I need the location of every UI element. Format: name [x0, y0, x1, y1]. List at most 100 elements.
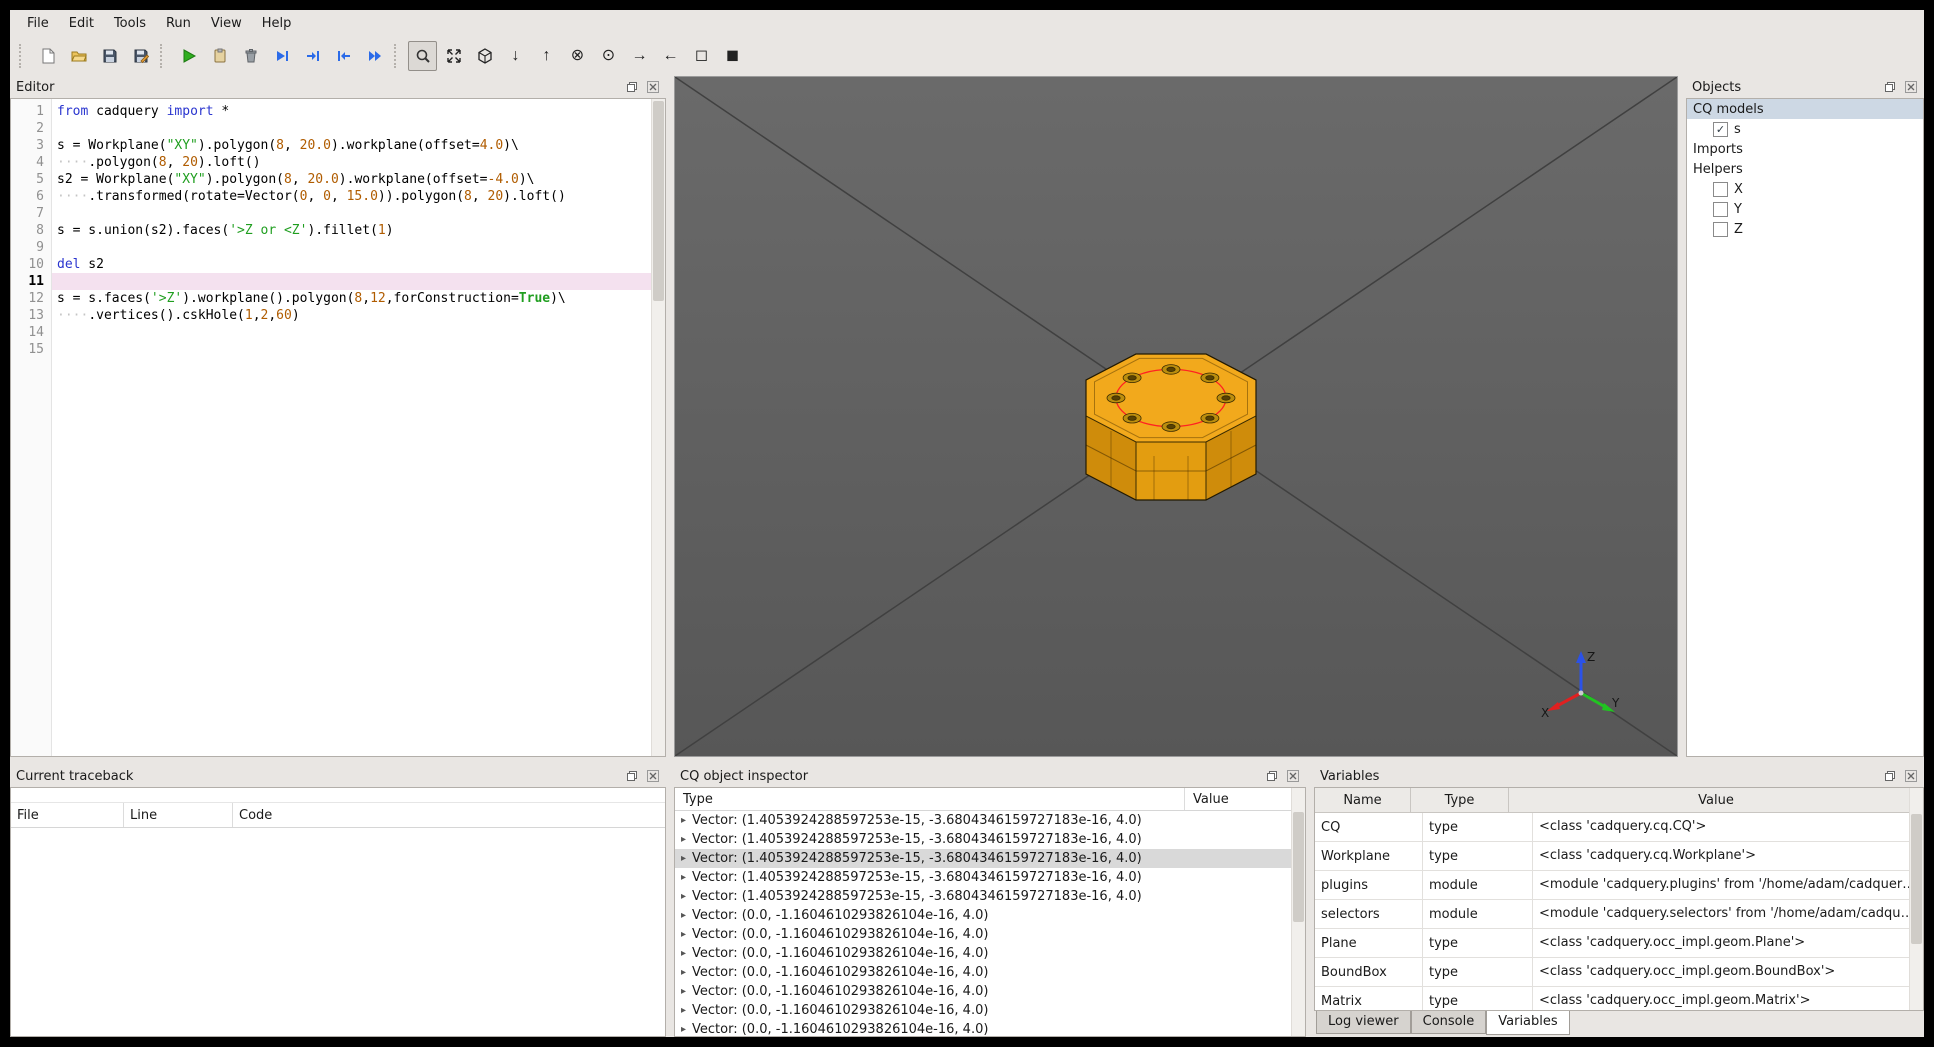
checkbox-s[interactable]: ✓ — [1713, 121, 1728, 137]
objects-tree-item-y[interactable]: Y — [1687, 199, 1923, 219]
save-as-button[interactable] — [126, 41, 155, 71]
checkbox-x[interactable] — [1713, 181, 1728, 197]
variable-row-boundbox[interactable]: BoundBox type <class 'cadquery.occ_impl.ge… — [1315, 958, 1923, 987]
inspector-row[interactable]: ▸ Vector: (1.4053924288597253e-15, -3.680… — [675, 811, 1292, 830]
render-button[interactable] — [174, 41, 203, 71]
view-right-button[interactable]: → — [625, 41, 654, 71]
tab-console[interactable]: Console — [1410, 1011, 1487, 1034]
column-code[interactable]: Code — [233, 803, 665, 827]
expander-icon[interactable]: ▸ — [681, 815, 686, 826]
clipboard-button[interactable] — [205, 41, 234, 71]
code-line-9[interactable] — [52, 239, 665, 256]
expander-icon[interactable]: ▸ — [681, 1005, 686, 1016]
code-line-2[interactable] — [52, 120, 665, 137]
delete-button[interactable] — [236, 41, 265, 71]
splitter[interactable] — [1678, 76, 1686, 757]
inspector-row[interactable]: ▸ Vector: (0.0, -1.1604610293826104e-16, … — [675, 1020, 1292, 1036]
variable-row-workplane[interactable]: Workplane type <class 'cadquery.cq.Workpla… — [1315, 842, 1923, 871]
objects-tree-item-s[interactable]: ✓ s — [1687, 119, 1923, 139]
tab-log-viewer[interactable]: Log viewer — [1316, 1011, 1411, 1034]
close-panel-icon[interactable] — [1286, 769, 1300, 783]
objects-tree-item-x[interactable]: X — [1687, 179, 1923, 199]
column-type[interactable]: Type — [675, 788, 1185, 810]
debug-step-into-button[interactable] — [298, 41, 327, 71]
expander-icon[interactable]: ▸ — [681, 853, 686, 864]
close-panel-icon[interactable] — [646, 80, 660, 94]
menu-help[interactable]: Help — [253, 13, 301, 34]
inspector-row[interactable]: ▸ Vector: (0.0, -1.1604610293826104e-16, … — [675, 963, 1292, 982]
expander-icon[interactable]: ▸ — [681, 929, 686, 940]
open-button[interactable] — [64, 41, 93, 71]
expander-icon[interactable]: ▸ — [681, 910, 686, 921]
float-panel-icon[interactable] — [1883, 80, 1897, 94]
scrollbar-thumb[interactable] — [1911, 814, 1922, 944]
editor-scrollbar[interactable] — [651, 99, 665, 756]
menu-edit[interactable]: Edit — [60, 13, 103, 34]
code-line-5[interactable]: s2 = Workplane("XY").polygon(8, 20.0).wo… — [52, 171, 665, 188]
column-value[interactable]: Value — [1185, 792, 1305, 807]
inspector-row[interactable]: ▸ Vector: (0.0, -1.1604610293826104e-16, … — [675, 906, 1292, 925]
code-line-3[interactable]: s = Workplane("XY").polygon(8, 20.0).wor… — [52, 137, 665, 154]
column-name[interactable]: Name — [1315, 788, 1411, 812]
expander-icon[interactable]: ▸ — [681, 948, 686, 959]
scrollbar-thumb[interactable] — [653, 101, 664, 301]
column-line[interactable]: Line — [124, 803, 233, 827]
float-panel-icon[interactable] — [1883, 769, 1897, 783]
inspector-row[interactable]: ▸ Vector: (1.4053924288597253e-15, -3.680… — [675, 868, 1292, 887]
debug-step-return-button[interactable] — [329, 41, 358, 71]
objects-tree-item-helpers[interactable]: Helpers — [1687, 159, 1923, 179]
splitter[interactable] — [10, 757, 1924, 765]
expander-icon[interactable]: ▸ — [681, 967, 686, 978]
toolbar-handle[interactable] — [19, 44, 28, 68]
view-back-button[interactable]: ⊙ — [594, 41, 623, 71]
inspector-row[interactable]: ▸ Vector: (1.4053924288597253e-15, -3.680… — [675, 887, 1292, 906]
expander-icon[interactable]: ▸ — [681, 834, 686, 845]
checkbox-y[interactable] — [1713, 201, 1728, 217]
view-front-button[interactable]: ⊗ — [563, 41, 592, 71]
expander-icon[interactable]: ▸ — [681, 872, 686, 883]
float-panel-icon[interactable] — [625, 769, 639, 783]
expander-icon[interactable]: ▸ — [681, 986, 686, 997]
code-line-7[interactable] — [52, 205, 665, 222]
menu-view[interactable]: View — [202, 13, 251, 34]
fit-all-button[interactable] — [439, 41, 468, 71]
view-top-button[interactable]: ↑ — [532, 41, 561, 71]
close-panel-icon[interactable] — [1904, 769, 1918, 783]
close-panel-icon[interactable] — [646, 769, 660, 783]
viewport-3d[interactable]: Z X Y — [674, 76, 1678, 757]
inspector-row[interactable]: ▸ Vector: (0.0, -1.1604610293826104e-16, … — [675, 982, 1292, 1001]
zoom-fit-button[interactable] — [408, 41, 437, 71]
column-file[interactable]: File — [11, 803, 124, 827]
variable-row-selectors[interactable]: selectors module <module 'cadquery.selecto… — [1315, 900, 1923, 929]
new-file-button[interactable] — [33, 41, 62, 71]
column-value[interactable]: Value — [1509, 788, 1923, 812]
close-panel-icon[interactable] — [1904, 80, 1918, 94]
checkbox-z[interactable] — [1713, 221, 1728, 237]
expander-icon[interactable]: ▸ — [681, 891, 686, 902]
objects-tree-item-cq-models[interactable]: CQ models — [1687, 99, 1923, 119]
debug-continue-button[interactable] — [360, 41, 389, 71]
inspector-row[interactable]: ▸ Vector: (0.0, -1.1604610293826104e-16, … — [675, 925, 1292, 944]
menu-run[interactable]: Run — [157, 13, 200, 34]
inspector-row[interactable]: ▸ Vector: (1.4053924288597253e-15, -3.680… — [675, 849, 1292, 868]
code-line-8[interactable]: s = s.union(s2).faces('>Z or <Z').fillet… — [52, 222, 665, 239]
code-line-6[interactable]: ····.transformed(rotate=Vector(0, 0, 15.… — [52, 188, 665, 205]
tab-variables[interactable]: Variables — [1486, 1010, 1570, 1035]
inspector-row[interactable]: ▸ Vector: (1.4053924288597253e-15, -3.680… — [675, 830, 1292, 849]
menu-tools[interactable]: Tools — [105, 13, 155, 34]
variable-row-plugins[interactable]: plugins module <module 'cadquery.plugins' … — [1315, 871, 1923, 900]
menu-file[interactable]: File — [18, 13, 58, 34]
float-panel-icon[interactable] — [1265, 769, 1279, 783]
splitter[interactable] — [666, 76, 674, 757]
code-line-13[interactable]: ····.vertices().cskHole(1,2,60) — [52, 307, 665, 324]
view-left-button[interactable]: ← — [656, 41, 685, 71]
editor-code[interactable]: from cadquery import * s = Workplane("XY"… — [52, 99, 665, 756]
code-line-12[interactable]: s = s.faces('>Z').workplane().polygon(8,… — [52, 290, 665, 307]
code-line-14[interactable] — [52, 324, 665, 341]
variable-row-matrix[interactable]: Matrix type <class 'cadquery.occ_impl.geom… — [1315, 987, 1923, 1010]
scrollbar-thumb[interactable] — [1293, 812, 1304, 922]
float-panel-icon[interactable] — [625, 80, 639, 94]
inspector-scrollbar[interactable] — [1291, 788, 1305, 1036]
code-line-1[interactable]: from cadquery import * — [52, 103, 665, 120]
splitter[interactable] — [1306, 765, 1314, 1037]
